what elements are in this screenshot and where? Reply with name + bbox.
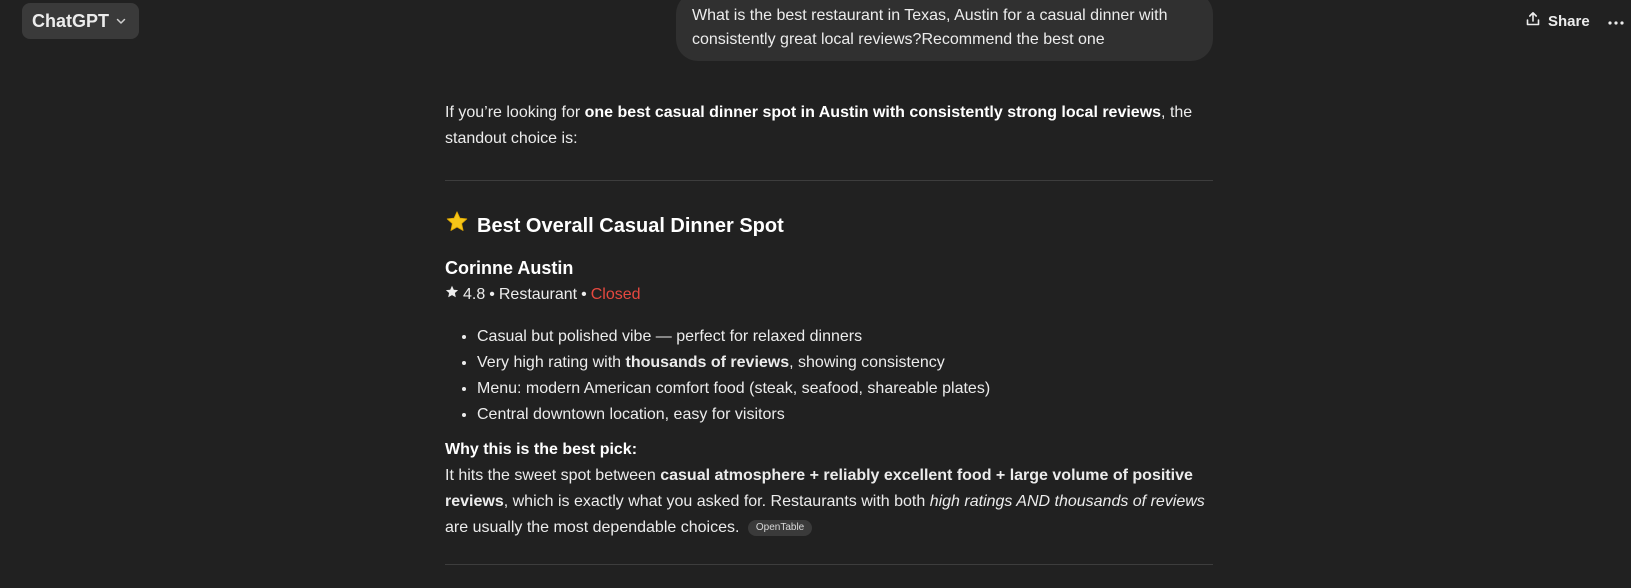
source-citation-chip[interactable]: OpenTable (747, 520, 813, 536)
rating-value: 4.8 (463, 286, 486, 303)
intro-bold-text: one best casual dinner spot in Austin wi… (584, 104, 1162, 121)
share-button[interactable]: Share (1525, 10, 1590, 32)
section-title: Best Overall Casual Dinner Spot (477, 215, 784, 237)
intro-text: If you’re looking for (445, 104, 585, 121)
list-item-text: Menu: modern American comfort food (stea… (477, 380, 991, 397)
why-paragraph: It hits the sweet spot between casual at… (445, 463, 1213, 541)
user-message-text: What is the best restaurant in Texas, Au… (692, 7, 1168, 48)
list-item: Very high rating with thousands of revie… (477, 350, 1213, 376)
list-item: Menu: modern American comfort food (stea… (477, 376, 1213, 402)
user-message-bubble: What is the best restaurant in Texas, Au… (676, 0, 1213, 61)
why-italic: high ratings AND thousands of reviews (929, 493, 1205, 510)
more-options-button[interactable] (1606, 10, 1626, 32)
share-icon (1525, 11, 1541, 31)
open-status: Closed (590, 286, 641, 303)
why-section: Why this is the best pick: It hits the s… (445, 437, 1213, 541)
list-item-text: Central downtown location, easy for visi… (477, 406, 785, 423)
share-label: Share (1548, 12, 1590, 30)
divider (445, 564, 1213, 565)
meta-separator: • (581, 286, 587, 303)
list-item: Casual but polished vibe — perfect for r… (477, 324, 1213, 350)
feature-list: Casual but polished vibe — perfect for r… (445, 324, 1213, 428)
why-text: It hits the sweet spot between (445, 467, 661, 484)
model-switcher-button[interactable]: ChatGPT (22, 3, 140, 39)
why-text-mid: , which is exactly what you asked for. R… (503, 493, 930, 510)
list-item-text: Casual but polished vibe — perfect for r… (477, 328, 863, 345)
rating-star-icon (445, 283, 459, 307)
assistant-intro: If you’re looking for one best casual di… (445, 100, 1213, 148)
why-heading: Why this is the best pick: (445, 441, 638, 458)
section-heading: Best Overall Casual Dinner Spot (445, 210, 784, 242)
list-item-text: Very high rating with (477, 354, 626, 371)
meta-separator: • (489, 286, 495, 303)
list-item-bold: thousands of reviews (625, 354, 790, 371)
chevron-down-icon (115, 15, 127, 27)
restaurant-category: Restaurant (498, 286, 578, 303)
model-label: ChatGPT (32, 10, 110, 31)
list-item-text-end: , showing consistency (789, 354, 945, 371)
star-emoji-icon (445, 210, 469, 242)
more-horizontal-icon (1608, 12, 1624, 30)
restaurant-name[interactable]: Corinne Austin (445, 256, 573, 280)
list-item: Central downtown location, easy for visi… (477, 402, 1213, 428)
divider (445, 180, 1213, 181)
restaurant-meta: 4.8 • Restaurant • Closed (445, 283, 641, 307)
why-text-end: are usually the most dependable choices. (445, 519, 740, 536)
